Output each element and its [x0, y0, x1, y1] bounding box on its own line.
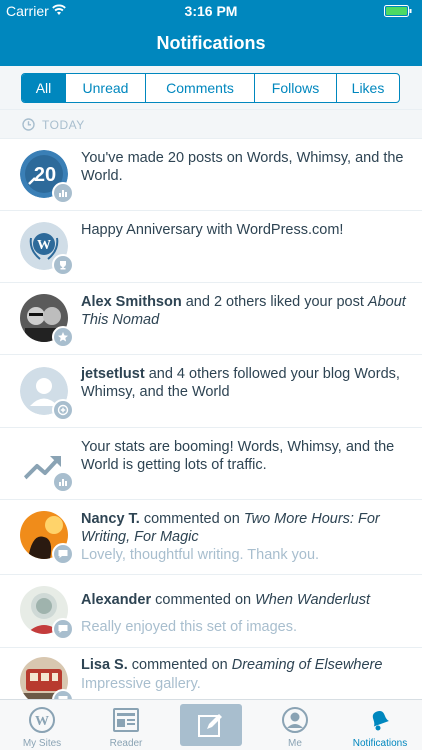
avatar: [20, 367, 74, 421]
tab-notifications[interactable]: Notifications: [338, 700, 422, 750]
filter-bar: All Unread Comments Follows Likes: [0, 66, 422, 110]
wordpress-icon: W: [29, 707, 55, 733]
tab-me[interactable]: Me: [253, 700, 337, 750]
notification-item[interactable]: W Happy Anniversary with WordPress.com!: [0, 211, 422, 283]
filter-unread[interactable]: Unread: [65, 74, 145, 102]
badge: [52, 182, 74, 204]
page-title: Notifications: [156, 33, 266, 53]
write-icon: [198, 714, 222, 737]
status-bar: Carrier 3:16 PM: [0, 0, 422, 22]
comment-icon: [58, 550, 68, 558]
notification-actor: Alex Smithson: [81, 294, 182, 310]
battery-icon: [384, 5, 412, 17]
notification-text: You've made 20 posts on Words, Whimsy, a…: [81, 150, 404, 184]
bell-icon: [372, 710, 389, 731]
badge: [52, 254, 74, 276]
avatar: [20, 439, 74, 493]
notification-action: commented on: [139, 511, 244, 527]
reader-icon: [113, 708, 139, 732]
trophy-icon: [60, 261, 66, 270]
notification-item[interactable]: 20 You've made 20 posts on Words, Whimsy…: [0, 139, 422, 211]
section-label: TODAY: [42, 118, 85, 132]
notification-item[interactable]: jetsetlust and 4 others followed your bl…: [0, 355, 422, 428]
notification-target: When Wanderlust: [255, 592, 371, 608]
section-header-today: TODAY: [0, 110, 422, 139]
stats-icon: [59, 479, 67, 486]
avatar: W: [20, 222, 74, 276]
avatar: [20, 657, 74, 711]
status-time: 3:16 PM: [184, 3, 238, 19]
tab-label: Me: [288, 738, 302, 749]
avatar: [20, 586, 74, 640]
notification-text: Your stats are booming! Words, Whimsy, a…: [81, 439, 395, 473]
svg-text:W: W: [37, 238, 51, 253]
comment-icon: [58, 625, 68, 633]
avatar: [20, 511, 74, 565]
notification-actor: Nancy T.: [81, 511, 140, 527]
follow-icon: [57, 404, 69, 416]
notification-text: Nancy T. commented on Two More Hours: Fo…: [81, 510, 408, 546]
app-header: Carrier 3:16 PM Notifications: [0, 0, 422, 66]
avatar: 20: [20, 150, 74, 204]
badge: [52, 471, 74, 493]
notification-text: Alex Smithson and 2 others liked your po…: [81, 293, 408, 329]
notification-target: Dreaming of Elsewhere: [231, 657, 383, 673]
stats-icon: [59, 190, 67, 197]
comment-snippet: Really enjoyed this set of images.: [81, 619, 297, 635]
filter-comments[interactable]: Comments: [145, 74, 254, 102]
notification-actor: Alexander: [81, 592, 152, 608]
notification-actor: jetsetlust: [81, 366, 145, 382]
comment-snippet: Impressive gallery.: [81, 676, 201, 692]
tab-bar: W My Sites Reader Me Notifications: [0, 699, 422, 750]
filter-follows[interactable]: Follows: [254, 74, 336, 102]
notification-item[interactable]: Alex Smithson and 2 others liked your po…: [0, 283, 422, 355]
notification-item[interactable]: Nancy T. commented on Two More Hours: Fo…: [0, 500, 422, 575]
clock-icon: [22, 118, 35, 131]
badge: [52, 618, 74, 640]
notification-item[interactable]: Your stats are booming! Words, Whimsy, a…: [0, 428, 422, 500]
tab-label: Notifications: [352, 738, 408, 749]
tab-label: My Sites: [22, 738, 62, 749]
badge: [52, 399, 74, 421]
write-post-button[interactable]: [180, 704, 242, 746]
notification-text: jetsetlust and 4 others followed your bl…: [81, 365, 408, 401]
tab-reader[interactable]: Reader: [84, 700, 168, 750]
filter-likes[interactable]: Likes: [336, 74, 399, 102]
filter-all[interactable]: All: [22, 74, 65, 102]
tab-my-sites[interactable]: W My Sites: [0, 700, 84, 750]
avatar: [20, 294, 74, 348]
notification-action: commented on: [151, 592, 256, 608]
notification-actor: Lisa S.: [81, 657, 128, 673]
notification-text: Alexander commented on When Wanderlust: [81, 591, 408, 609]
avatar-badge-text: 20: [34, 164, 56, 186]
badge: [52, 543, 74, 565]
notification-action: commented on: [127, 657, 232, 673]
notification-action: and 2 others liked your post: [181, 294, 368, 310]
me-icon: [282, 707, 308, 733]
notification-item[interactable]: Alexander commented on When Wanderlust R…: [0, 575, 422, 648]
badge: [52, 326, 74, 348]
svg-text:W: W: [35, 714, 49, 729]
comment-snippet: Lovely, thoughtful writing. Thank you.: [81, 547, 320, 563]
star-icon: [58, 332, 68, 342]
filter-segmented-control: All Unread Comments Follows Likes: [21, 73, 400, 103]
notification-text: Lisa S. commented on Dreaming of Elsewhe…: [81, 656, 408, 674]
notification-text: Happy Anniversary with WordPress.com!: [81, 222, 344, 238]
tab-label: Reader: [109, 738, 143, 749]
